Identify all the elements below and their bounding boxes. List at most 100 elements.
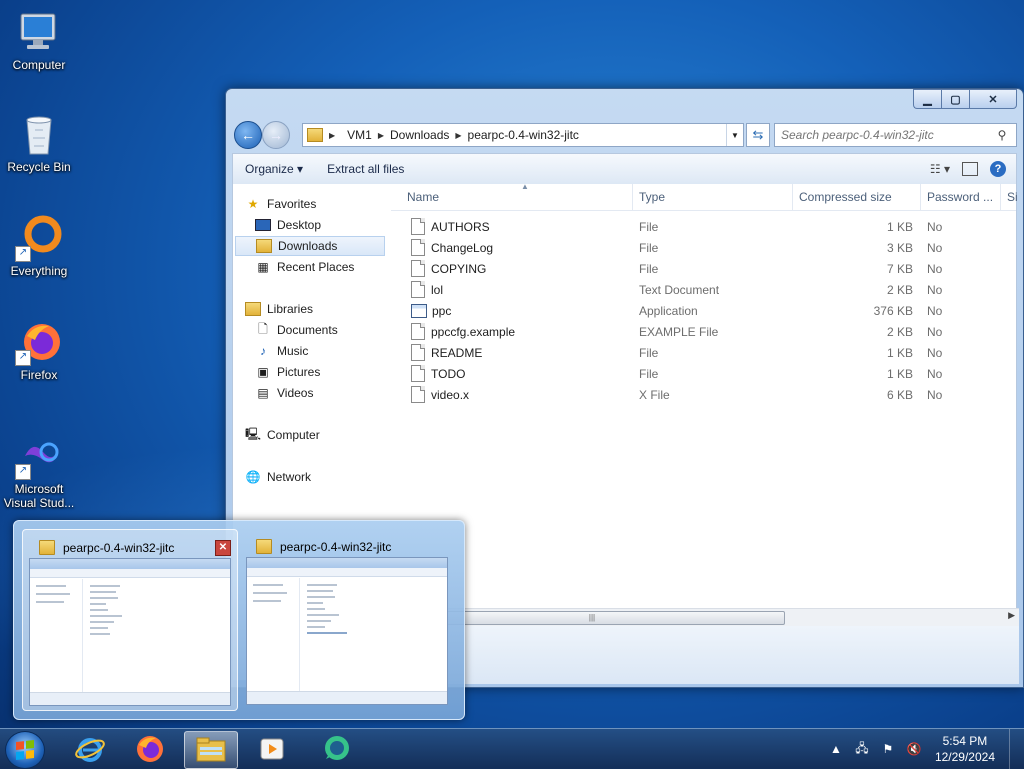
show-desktop-button[interactable] <box>1009 729 1024 769</box>
column-label: Name <box>407 190 440 204</box>
taskbar-media-player[interactable] <box>246 731 298 767</box>
maximize-button[interactable]: ▢ <box>941 89 969 109</box>
table-row[interactable]: ChangeLog File 3 KB No <box>391 237 1016 258</box>
column-label: Type <box>639 190 666 204</box>
table-row[interactable]: ppc Application 376 KB No <box>391 300 1016 321</box>
column-label: Password ... <box>927 190 994 204</box>
nav-label: Music <box>277 344 309 358</box>
show-hidden-icons-button[interactable]: ▲ <box>827 742 845 756</box>
extract-all-button[interactable]: Extract all files <box>315 162 416 176</box>
file-name: README <box>431 345 483 360</box>
column-type[interactable]: Type <box>633 184 793 210</box>
nav-libraries[interactable]: Libraries <box>245 299 313 319</box>
file-type: File <box>639 345 659 360</box>
taskbar-internet-explorer[interactable] <box>64 731 116 767</box>
file-name: ChangeLog <box>431 240 494 255</box>
taskbar-windows-explorer[interactable] <box>184 731 238 769</box>
column-size[interactable]: Si <box>1001 184 1018 210</box>
desktop-icon-firefox[interactable]: ↗ Firefox <box>0 318 78 382</box>
thumbnail-window-2[interactable]: pearpc-0.4-win32-jitc <box>240 529 454 709</box>
refresh-button[interactable]: ⇆ <box>746 123 770 147</box>
search-icon[interactable]: ⚲ <box>991 128 1013 142</box>
nav-network[interactable]: 🌐 Network <box>245 467 312 487</box>
table-row[interactable]: README File 1 KB No <box>391 342 1016 363</box>
organize-button[interactable]: Organize ▾ <box>233 162 315 176</box>
address-dropdown-icon[interactable]: ▼ <box>726 124 743 146</box>
file-password: No <box>927 261 943 276</box>
file-name: lol <box>431 282 444 297</box>
desktop-icon-recycle-bin[interactable]: Recycle Bin <box>0 110 78 174</box>
taskbar-firefox[interactable] <box>124 731 176 767</box>
table-row[interactable]: TODO File 1 KB No <box>391 363 1016 384</box>
nav-music[interactable]: ♪ Music <box>255 341 308 361</box>
nav-label: Desktop <box>277 218 322 232</box>
preview-pane-icon[interactable] <box>962 162 978 176</box>
file-compressed-size: 2 KB <box>886 282 913 297</box>
action-center-flag-icon[interactable]: ⚑ <box>879 742 897 756</box>
downloads-folder-icon <box>256 239 272 253</box>
address-bar[interactable]: ▶ VM1 ▶ Downloads ▶ pearpc-0.4-win32-jit… <box>302 123 744 147</box>
back-button[interactable]: ← <box>234 121 262 149</box>
table-row[interactable]: COPYING File 7 KB No <box>391 258 1016 279</box>
nav-label: Videos <box>277 386 314 400</box>
taskbar-thumbnail-popup: pearpc-0.4-win32-jitc ✕ pearpc-0.4-win32… <box>13 520 465 720</box>
breadcrumb-arrow-icon[interactable]: ▶ <box>323 131 341 140</box>
file-compressed-size: 2 KB <box>886 324 913 339</box>
file-type: EXAMPLE File <box>639 324 719 339</box>
shortcut-arrow-icon: ↗ <box>15 246 31 262</box>
nav-desktop[interactable]: Desktop <box>255 215 321 235</box>
desktop-icon-computer[interactable]: Computer <box>0 8 78 72</box>
file-password: No <box>927 324 943 339</box>
search-input[interactable] <box>775 127 991 143</box>
breadcrumb-downloads[interactable]: Downloads <box>384 128 455 142</box>
breadcrumb-current-folder[interactable]: pearpc-0.4-win32-jitc <box>462 128 585 142</box>
nav-recent-places[interactable]: ▦ Recent Places <box>255 257 354 277</box>
taskbar-chat-app[interactable] <box>310 731 362 767</box>
table-row[interactable]: lol Text Document 2 KB No <box>391 279 1016 300</box>
table-row[interactable]: AUTHORS File 1 KB No <box>391 216 1016 237</box>
minimize-button[interactable]: ▁ <box>913 89 941 109</box>
table-row[interactable]: ppccfg.example EXAMPLE File 2 KB No <box>391 321 1016 342</box>
thumbnail-close-button[interactable]: ✕ <box>215 540 231 556</box>
desktop-icon-visual-studio[interactable]: ↗ Microsoft Visual Stud... <box>0 432 78 510</box>
internet-explorer-icon <box>75 738 105 762</box>
file-password: No <box>927 219 943 234</box>
desktop-icon-label: Everything <box>10 264 68 278</box>
column-password[interactable]: Password ... <box>921 184 1001 210</box>
horizontal-scrollbar[interactable]: ||| ▶ <box>395 608 1019 626</box>
caption-buttons: ▁ ▢ ✕ <box>913 89 1017 109</box>
nav-videos[interactable]: ▤ Videos <box>255 383 313 403</box>
file-type: File <box>639 261 659 276</box>
nav-downloads[interactable]: Downloads <box>235 236 385 256</box>
clock-date: 12/29/2024 <box>934 750 995 764</box>
clock[interactable]: 5:54 PM 12/29/2024 <box>935 733 995 765</box>
nav-computer[interactable]: 🖳 Computer <box>245 425 320 445</box>
nav-label: Documents <box>277 323 338 337</box>
nav-documents[interactable]: 🗋 Documents <box>255 320 338 340</box>
column-compressed-size[interactable]: Compressed size <box>793 184 921 210</box>
shortcut-arrow-icon: ↗ <box>15 464 31 480</box>
table-row[interactable]: video.x X File 6 KB No <box>391 384 1016 405</box>
shortcut-arrow-icon: ↗ <box>15 350 31 366</box>
thumbnail-window-1[interactable]: pearpc-0.4-win32-jitc ✕ <box>22 529 238 711</box>
nav-favorites[interactable]: ★ Favorites <box>245 194 317 214</box>
nav-pictures[interactable]: ▣ Pictures <box>255 362 320 382</box>
volume-muted-icon[interactable]: 🔇 <box>905 742 923 756</box>
scroll-right-icon[interactable]: ▶ <box>1008 610 1015 621</box>
recent-places-icon: ▦ <box>257 260 269 274</box>
close-button[interactable]: ✕ <box>969 89 1017 109</box>
network-icon[interactable]: 🖧 <box>853 739 871 760</box>
forward-button[interactable]: → <box>262 121 290 149</box>
start-button[interactable] <box>5 731 45 769</box>
thumbnail-title: pearpc-0.4-win32-jitc <box>280 539 392 554</box>
file-password: No <box>927 345 943 360</box>
file-name: COPYING <box>431 261 487 276</box>
desktop-icon-everything[interactable]: ↗ Everything <box>0 214 78 278</box>
column-name[interactable]: Name ▲ <box>401 182 633 210</box>
help-icon[interactable]: ? <box>990 161 1006 177</box>
breadcrumb-vm1[interactable]: VM1 <box>341 128 378 142</box>
organize-label: Organize <box>245 162 294 176</box>
view-options-icon[interactable]: ☷ ▾ <box>930 162 950 176</box>
file-type: Text Document <box>639 282 720 297</box>
file-icon <box>411 323 425 340</box>
